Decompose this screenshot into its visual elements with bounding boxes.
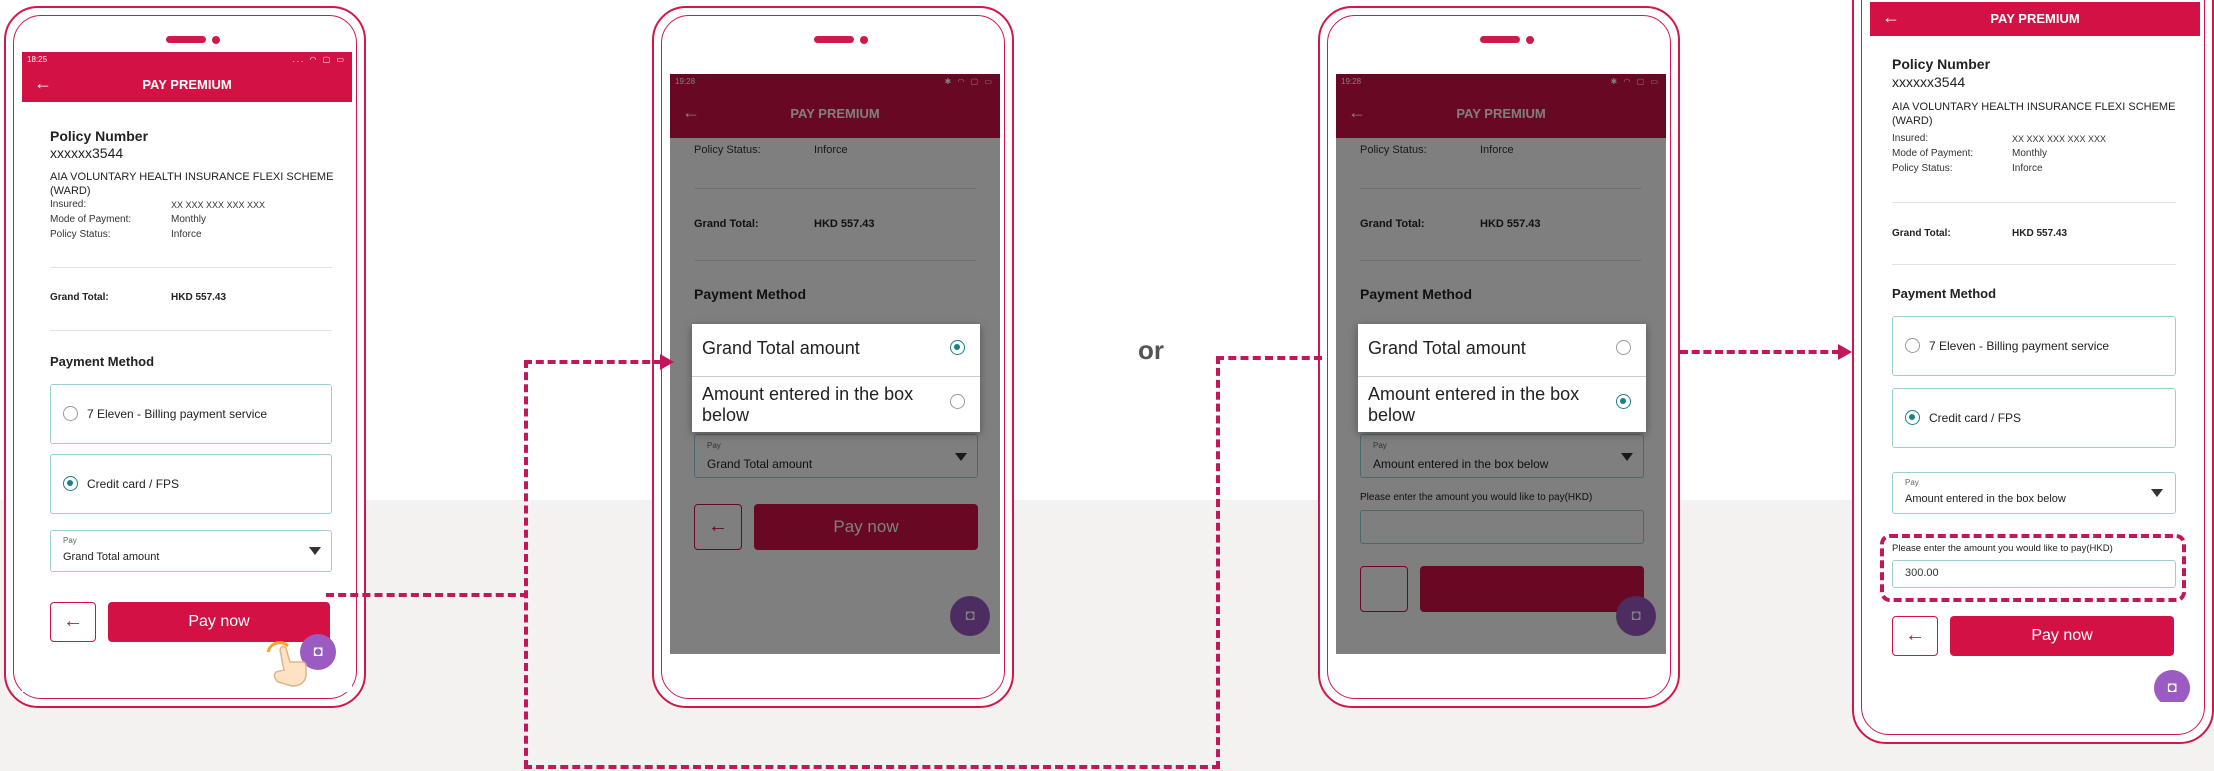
connector — [1216, 356, 1220, 769]
arrowhead — [1838, 344, 1852, 360]
pay-option-dialog: Grand Total amount Amount entered in the… — [692, 324, 980, 432]
connector — [524, 360, 528, 768]
connector — [524, 360, 662, 364]
pay-select[interactable]: Pay Grand Total amount — [50, 530, 332, 572]
status-value: Inforce — [2012, 163, 2043, 174]
dialog-divider — [692, 376, 980, 377]
camera — [212, 36, 220, 44]
app-bar: ← PAY PREMIUM — [1870, 2, 2200, 36]
grand-total-value: HKD 557.43 — [171, 292, 227, 303]
page-title: PAY PREMIUM — [1990, 11, 2080, 26]
dialog-option-grand-total[interactable]: Grand Total amount — [1368, 338, 1526, 359]
option-credit-card-label: Credit card / FPS — [1929, 411, 2022, 425]
radio-credit-card[interactable] — [63, 476, 78, 491]
radio-seven-eleven[interactable] — [63, 406, 78, 421]
dialog-option-grand-total[interactable]: Grand Total amount — [702, 338, 860, 359]
pay-now-button[interactable]: Pay now — [1950, 616, 2174, 656]
connector — [524, 765, 1220, 769]
radio-amount[interactable] — [950, 394, 965, 409]
page-title: PAY PREMIUM — [142, 77, 232, 92]
option-credit-card[interactable]: Credit card / FPS — [1892, 388, 2176, 448]
insured-label: Insured: — [1892, 133, 1929, 144]
pay-option-dialog: Grand Total amount Amount entered in the… — [1358, 324, 1646, 432]
option-seven-eleven-label: 7 Eleven - Billing payment service — [87, 407, 268, 421]
app-bar: ← PAY PREMIUM — [22, 66, 352, 102]
speaker — [166, 36, 206, 43]
pay-select-value: Amount entered in the box below — [1905, 493, 2066, 505]
option-seven-eleven[interactable]: 7 Eleven - Billing payment service — [1892, 316, 2176, 376]
screen-2: 19:28 ✱ ◠ ▢ ▭ ← PAY PREMIUM Policy Statu… — [670, 74, 1000, 654]
arrowhead — [660, 354, 674, 370]
payment-method-label: Payment Method — [1892, 286, 1997, 301]
mode-value: Monthly — [171, 214, 207, 225]
phone-1: 18:25 ... ◠ ▢ ▭ ← PAY PREMIUM Policy Num… — [4, 6, 366, 708]
radio-amount[interactable] — [1616, 394, 1631, 409]
screen-3: 19:28 ✱ ◠ ▢ ▭ ← PAY PREMIUM Policy Statu… — [1336, 74, 1666, 654]
plan-name: AIA VOLUNTARY HEALTH INSURANCE FLEXI SCH… — [50, 171, 334, 197]
divider — [50, 330, 332, 331]
policy-number-value: xxxxxx3544 — [1892, 74, 1966, 90]
option-seven-eleven-label: 7 Eleven - Billing payment service — [1929, 339, 2110, 353]
grand-total-value: HKD 557.43 — [2012, 228, 2068, 239]
connector — [1680, 350, 1840, 354]
status-value: Inforce — [171, 229, 202, 240]
speaker — [814, 36, 854, 43]
radio-seven-eleven[interactable] — [1905, 338, 1920, 353]
option-credit-card-label: Credit card / FPS — [87, 477, 180, 491]
divider — [1892, 202, 2176, 203]
caret-down-icon — [309, 547, 321, 555]
pay-select-label: Pay — [63, 536, 77, 545]
screen-1: 18:25 ... ◠ ▢ ▭ ← PAY PREMIUM Policy Num… — [22, 52, 352, 692]
option-credit-card[interactable]: Credit card / FPS — [50, 454, 332, 514]
radio-credit-card[interactable] — [1905, 410, 1920, 425]
connector — [1216, 356, 1322, 360]
speaker — [1480, 36, 1520, 43]
grand-total-label: Grand Total: — [1892, 228, 1951, 239]
mode-label: Mode of Payment: — [50, 214, 132, 225]
or-label: or — [1138, 335, 1164, 365]
chatbot-icon[interactable]: ◘ — [2154, 670, 2190, 702]
policy-number-value: xxxxxx3544 — [50, 145, 124, 161]
phone-4: ← PAY PREMIUM Policy Number xxxxxx3544 A… — [1852, 0, 2214, 744]
status-bar: 18:25 ... ◠ ▢ ▭ — [22, 52, 352, 66]
policy-number-label: Policy Number — [1892, 56, 1991, 72]
back-button[interactable]: ← — [50, 602, 96, 642]
connector — [326, 593, 528, 597]
status-label: Policy Status: — [50, 229, 111, 240]
camera — [1526, 36, 1534, 44]
status-label: Policy Status: — [1892, 163, 1953, 174]
radio-grand-total[interactable] — [1616, 340, 1631, 355]
tap-hand-icon — [262, 636, 314, 688]
pay-select-label: Pay — [1905, 478, 1919, 487]
mode-value: Monthly — [2012, 148, 2048, 159]
policy-number-label: Policy Number — [50, 128, 149, 144]
status-time: 18:25 — [27, 55, 48, 64]
payment-method-label: Payment Method — [50, 354, 155, 369]
radio-grand-total[interactable] — [950, 340, 965, 355]
dialog-divider — [1358, 376, 1646, 377]
pay-select-value: Grand Total amount — [63, 551, 160, 563]
mode-label: Mode of Payment: — [1892, 148, 1974, 159]
insured-label: Insured: — [50, 199, 87, 210]
back-button[interactable]: ← — [1892, 616, 1938, 656]
camera — [860, 36, 868, 44]
phone-2: 19:28 ✱ ◠ ▢ ▭ ← PAY PREMIUM Policy Statu… — [652, 6, 1014, 708]
insured-value: XX XXX XXX XXX XXX — [2012, 134, 2107, 144]
option-seven-eleven[interactable]: 7 Eleven - Billing payment service — [50, 384, 332, 444]
phone-3: 19:28 ✱ ◠ ▢ ▭ ← PAY PREMIUM Policy Statu… — [1318, 6, 1680, 708]
pay-select[interactable]: Pay Amount entered in the box below — [1892, 472, 2176, 514]
grand-total-label: Grand Total: — [50, 292, 109, 303]
divider — [50, 267, 332, 268]
plan-name: AIA VOLUNTARY HEALTH INSURANCE FLEXI SCH… — [1892, 101, 2176, 127]
amount-highlight — [1880, 534, 2186, 602]
divider — [1892, 264, 2176, 265]
caret-down-icon — [2151, 489, 2163, 497]
dialog-option-amount[interactable]: Amount entered in the box below — [1368, 384, 1608, 426]
insured-value: XX XXX XXX XXX XXX — [171, 200, 266, 210]
dialog-option-amount[interactable]: Amount entered in the box below — [702, 384, 942, 426]
